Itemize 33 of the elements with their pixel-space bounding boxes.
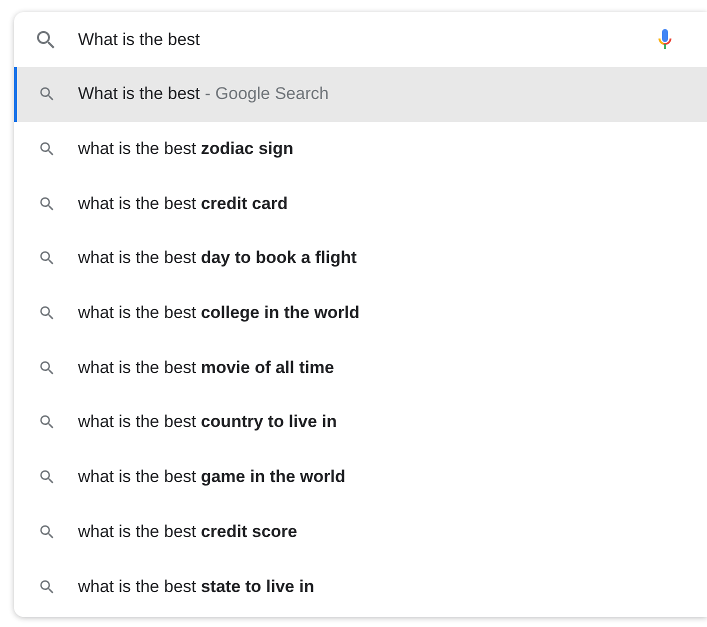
suggestion-source: - Google Search xyxy=(204,84,329,104)
suggestion-text: what is the best credit score xyxy=(78,522,298,542)
search-icon xyxy=(38,194,56,213)
search-icon xyxy=(38,140,56,158)
search-icon xyxy=(38,468,56,486)
suggestion-item[interactable]: what is the best credit score xyxy=(14,504,707,560)
suggestion-item[interactable]: what is the best country to live in xyxy=(14,395,707,450)
suggestion-text: what is the best college in the world xyxy=(78,303,360,324)
suggestion-text: what is the best game in the world xyxy=(78,467,346,488)
suggestion-item[interactable]: what is the best college in the world xyxy=(14,286,707,340)
suggestion-item[interactable]: what is the best credit card xyxy=(14,176,707,232)
search-icon xyxy=(38,85,56,104)
suggestion-text: what is the best country to live in xyxy=(78,412,337,432)
suggestion-text: what is the best zodiac sign xyxy=(78,139,294,160)
suggestion-text: what is the best movie of all time xyxy=(78,358,334,378)
search-icon xyxy=(38,358,56,377)
suggestion-text: What is the best xyxy=(78,84,200,104)
search-field[interactable]: What is the best xyxy=(78,24,658,54)
suggestion-item[interactable]: what is the best day to book a flight xyxy=(14,231,707,286)
suggestion-item[interactable]: what is the best state to live in xyxy=(14,559,707,614)
microphone-icon[interactable] xyxy=(658,28,672,52)
search-icon xyxy=(38,578,56,596)
suggestion-text: what is the best day to book a flight xyxy=(78,248,357,268)
suggestion-item[interactable]: what is the best movie of all time xyxy=(14,340,707,396)
search-icon xyxy=(38,249,56,268)
suggestion-text: what is the best state to live in xyxy=(78,576,314,597)
suggestion-text: what is the best credit card xyxy=(78,194,288,214)
suggestion-item[interactable]: what is the best zodiac sign xyxy=(14,122,707,176)
search-icon xyxy=(38,304,56,322)
search-icon xyxy=(38,522,56,541)
search-icon xyxy=(38,413,56,432)
suggestion-item[interactable]: What is the best - Google Search xyxy=(14,67,707,122)
suggestion-item[interactable]: what is the best game in the world xyxy=(14,450,707,504)
